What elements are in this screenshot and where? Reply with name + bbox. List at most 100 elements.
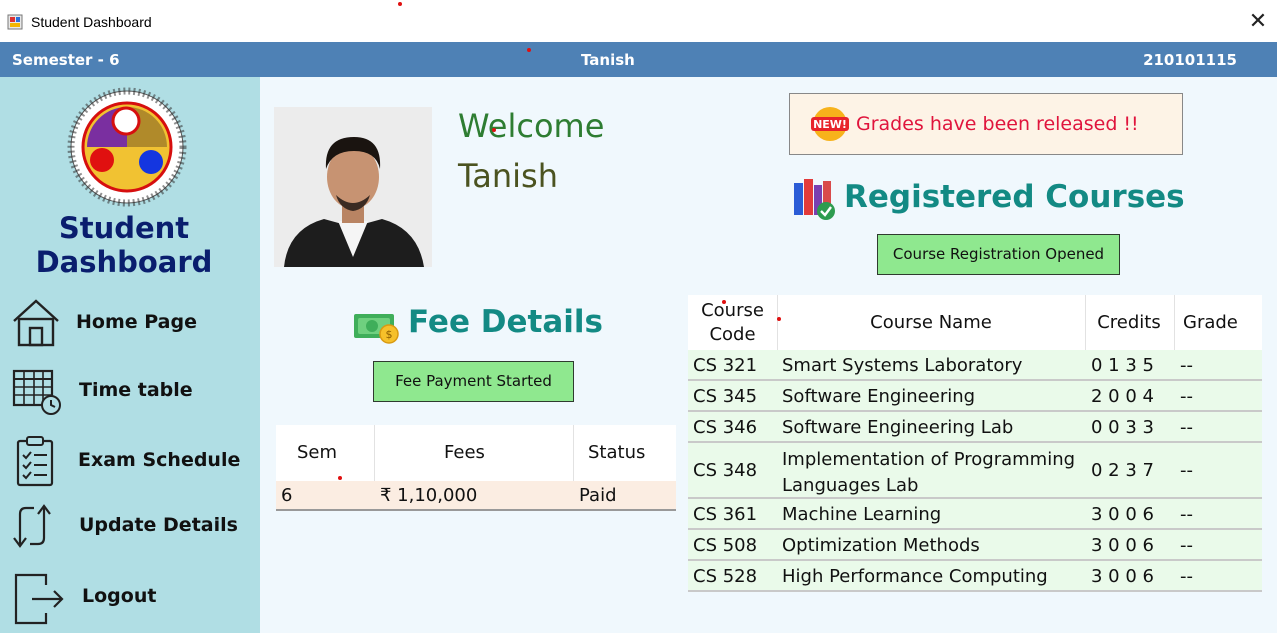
courses-table-header: Course Code Course Name Credits Grade: [688, 295, 1262, 350]
table-row: CS 348 Implementation of Programming Lan…: [688, 443, 1262, 499]
course-grade: --: [1180, 355, 1193, 376]
institute-logo: [67, 87, 187, 207]
courses-header-name: Course Name: [870, 312, 992, 333]
fee-payment-button[interactable]: Fee Payment Started: [373, 361, 574, 402]
course-name: Software Engineering Lab: [782, 417, 1014, 438]
courses-header-code: Course Code: [688, 299, 777, 347]
table-row: CS 361 Machine Learning 3 0 0 6 --: [688, 499, 1262, 530]
table-row: CS 321 Smart Systems Laboratory 0 1 3 5 …: [688, 350, 1262, 381]
window-title: Student Dashboard: [31, 14, 152, 30]
course-credits: 3 0 0 6: [1091, 566, 1154, 587]
fee-table: Sem Fees Status 6 ₹ 1,10,000 Paid: [276, 425, 676, 511]
courses-table: Course Code Course Name Credits Grade CS…: [688, 295, 1262, 592]
nav-logout-label: Logout: [82, 585, 157, 607]
course-name: Machine Learning: [782, 504, 942, 525]
course-code: CS 346: [693, 417, 758, 438]
course-grade: --: [1180, 566, 1193, 587]
course-credits: 0 1 3 5: [1091, 355, 1154, 376]
nav-update-details-label: Update Details: [79, 514, 238, 536]
table-row: CS 528 High Performance Computing 3 0 0 …: [688, 561, 1262, 592]
nav-time-table[interactable]: Time table: [10, 365, 250, 421]
courses-header-code-line1: Course: [701, 300, 764, 321]
new-badge-icon: NEW!: [811, 107, 849, 141]
course-code: CS 345: [693, 386, 758, 407]
nav-exam-schedule-label: Exam Schedule: [78, 449, 241, 471]
table-row: CS 346 Software Engineering Lab 0 0 3 3 …: [688, 412, 1262, 443]
update-arrows-icon: [13, 504, 51, 548]
course-code: CS 508: [693, 535, 758, 556]
fee-cell-fees: ₹ 1,10,000: [380, 485, 478, 506]
nav-time-table-label: Time table: [79, 379, 193, 401]
course-grade: --: [1180, 535, 1193, 556]
fee-header-fees: Fees: [444, 442, 485, 463]
course-code: CS 528: [693, 566, 758, 587]
courses-header-grade: Grade: [1183, 312, 1238, 333]
course-credits: 3 0 0 6: [1091, 504, 1154, 525]
nav-exam-schedule[interactable]: Exam Schedule: [10, 435, 250, 491]
books-icon: [794, 179, 835, 220]
course-code: CS 361: [693, 504, 758, 525]
grades-notice: NEW! Grades have been released !!: [789, 93, 1183, 155]
close-icon: ✕: [1248, 9, 1268, 34]
course-grade: --: [1180, 417, 1193, 438]
app-icon: [7, 14, 23, 30]
fee-table-header: Sem Fees Status: [276, 425, 676, 481]
course-name-line2: Languages Lab: [782, 475, 919, 496]
nav-logout[interactable]: Logout: [10, 571, 250, 627]
close-window-button[interactable]: ✕: [1245, 9, 1271, 35]
welcome-name: Tanish: [458, 157, 558, 195]
course-name-line1: Implementation of Programming: [782, 449, 1076, 470]
course-name: Implementation of Programming Languages …: [782, 447, 1075, 499]
course-code: CS 321: [693, 355, 758, 376]
course-grade: --: [1180, 504, 1193, 525]
course-credits: 3 0 0 6: [1091, 535, 1154, 556]
nav-update-details[interactable]: Update Details: [10, 500, 250, 556]
semester-label: Semester - 6: [12, 51, 120, 69]
sidebar: Student Dashboard Home Page Time table E…: [0, 77, 260, 633]
course-name: Smart Systems Laboratory: [782, 355, 1023, 376]
registered-courses-title: Registered Courses: [844, 179, 1185, 215]
course-credits: 2 0 0 4: [1091, 386, 1154, 407]
roll-number-label: 210101115: [1143, 51, 1237, 69]
course-credits: 0 0 3 3: [1091, 417, 1154, 438]
nav-home-page-label: Home Page: [76, 311, 197, 333]
fee-header-sem: Sem: [297, 442, 338, 463]
table-row: CS 345 Software Engineering 2 0 0 4 --: [688, 381, 1262, 412]
sidebar-title-line1: Student: [58, 211, 190, 245]
fee-cell-sem: 6: [281, 485, 293, 506]
profile-photo: [274, 107, 432, 267]
window-titlebar: Student Dashboard ✕: [0, 0, 1277, 42]
checklist-icon: [16, 436, 54, 487]
logout-icon: [14, 573, 64, 625]
info-header: Semester - 6 Tanish 210101115: [0, 42, 1277, 77]
main-content: Welcome Tanish $ Fee Details Fee Payment…: [260, 77, 1277, 633]
student-name-label: Tanish: [581, 51, 635, 69]
courses-header-credits: Credits: [1097, 312, 1161, 333]
calendar-icon: [12, 369, 61, 415]
welcome-text: Welcome: [458, 107, 605, 145]
fee-details-title: Fee Details: [408, 304, 603, 340]
marker-dot: [492, 128, 496, 132]
marker-dot: [338, 476, 342, 480]
course-name: Software Engineering: [782, 386, 976, 407]
marker-dot: [527, 48, 531, 52]
course-grade: --: [1180, 386, 1193, 407]
course-name: Optimization Methods: [782, 535, 980, 556]
course-registration-button[interactable]: Course Registration Opened: [877, 234, 1120, 275]
home-icon: [13, 299, 59, 347]
fee-header-status: Status: [588, 442, 646, 463]
notice-text: Grades have been released !!: [856, 113, 1139, 135]
course-credits: 0 2 3 7: [1091, 460, 1154, 481]
svg-text:NEW!: NEW!: [813, 118, 847, 131]
marker-dot: [398, 2, 402, 6]
sidebar-title: Student Dashboard: [0, 211, 248, 279]
course-code: CS 348: [693, 460, 758, 481]
courses-header-code-line2: Code: [709, 324, 756, 345]
table-row: CS 508 Optimization Methods 3 0 0 6 --: [688, 530, 1262, 561]
fee-cell-status: Paid: [579, 485, 617, 506]
marker-dot: [777, 317, 781, 321]
table-row: 6 ₹ 1,10,000 Paid: [276, 481, 676, 511]
course-grade: --: [1180, 460, 1193, 481]
nav-home-page[interactable]: Home Page: [10, 297, 250, 353]
course-name: High Performance Computing: [782, 566, 1048, 587]
